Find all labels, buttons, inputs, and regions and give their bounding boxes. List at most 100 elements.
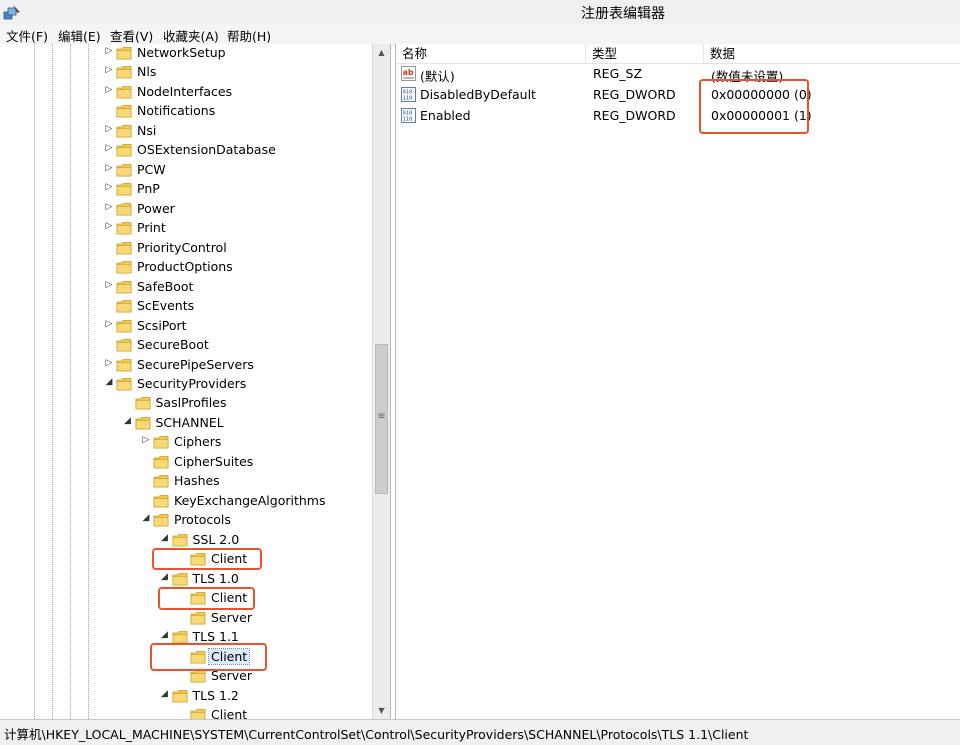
tree-scrollbar[interactable]: ▲ ≡ ▼ (372, 44, 390, 719)
tree-item-label: Notifications (137, 103, 216, 119)
expand-arrow-icon[interactable]: ▷ (104, 221, 114, 231)
expand-arrow-icon[interactable]: ▷ (104, 358, 114, 368)
expand-arrow-icon[interactable]: ▷ (104, 163, 114, 173)
tree-item-label: Client (211, 706, 248, 719)
binary-value-icon: 010 110 (401, 87, 416, 102)
collapse-arrow-icon[interactable]: ◢ (141, 513, 151, 523)
menu-view[interactable]: 查看(V) (110, 26, 153, 45)
tree-item-label: SecureBoot (137, 337, 209, 353)
folder-icon (116, 144, 132, 157)
tree-item-label: OSExtensionDatabase (137, 142, 276, 158)
folder-icon (116, 339, 132, 352)
value-type: REG_SZ (593, 66, 643, 81)
folder-icon (153, 494, 169, 508)
tree-item[interactable]: ▷ PCW (0, 161, 372, 180)
tree-item[interactable]: ◢ SSL 2.0 (0, 531, 372, 550)
tree-item[interactable]: ▷ Nls (0, 63, 372, 82)
collapse-arrow-icon[interactable]: ◢ (160, 572, 170, 582)
expand-arrow-icon[interactable]: ▷ (104, 46, 114, 56)
menu-favorites[interactable]: 收藏夹(A) (163, 26, 219, 45)
tree-item-label: TLS 1.1 (192, 629, 239, 645)
folder-icon (153, 455, 169, 469)
folder-icon (190, 670, 206, 683)
tree-item-label: SecurityProviders (137, 375, 247, 391)
expand-arrow-icon[interactable]: ▷ (104, 143, 114, 153)
tls11-client-highlight (150, 643, 267, 671)
collapse-arrow-icon[interactable]: ◢ (123, 416, 133, 426)
scroll-down-arrow-icon[interactable]: ▼ (373, 702, 390, 719)
tree-item-label: PriorityControl (137, 239, 227, 255)
expand-arrow-icon[interactable]: ▷ (141, 435, 151, 445)
value-row[interactable]: 010 110 Enabled REG_DWORD 0x00000001 (1) (396, 106, 960, 126)
tree-item[interactable]: ◢ TLS 1.0 (0, 570, 372, 589)
tree-item[interactable]: ◢ TLS 1.2 (0, 687, 372, 706)
collapse-arrow-icon[interactable]: ◢ (104, 377, 114, 387)
tree-item[interactable]: ◢ Protocols (0, 511, 372, 530)
tree-item[interactable]: ScEvents (0, 297, 372, 316)
folder-icon (172, 533, 187, 547)
values-list[interactable]: 名称 类型 数据 ab (默认) REG_SZ (数值未设置) 010 110 … (395, 44, 960, 719)
column-header-type[interactable]: 类型 (586, 44, 704, 64)
expand-arrow-icon[interactable]: ▷ (104, 65, 114, 75)
svg-text:ab: ab (403, 68, 414, 77)
tree-item-label: KeyExchangeAlgorithms (174, 492, 326, 508)
value-row[interactable]: 010 110 DisabledByDefault REG_DWORD 0x00… (396, 85, 960, 105)
menu-edit[interactable]: 编辑(E) (58, 26, 101, 45)
scroll-thumb[interactable]: ≡ (375, 344, 388, 494)
expand-arrow-icon[interactable]: ▷ (104, 124, 114, 134)
collapse-arrow-icon[interactable]: ◢ (160, 689, 170, 699)
registry-tree[interactable]: ▷ NetworkSetup ▷ Nls ▷ NodeInterfaces Notifica… (0, 44, 391, 719)
tree-item[interactable]: ▷ Ciphers (0, 433, 372, 452)
expand-arrow-icon[interactable]: ▷ (104, 202, 114, 212)
tree-item-label: Ciphers (174, 434, 222, 450)
expand-arrow-icon[interactable]: ▷ (104, 319, 114, 329)
folder-icon (116, 241, 132, 255)
value-row[interactable]: ab (默认) REG_SZ (数值未设置) (396, 64, 960, 84)
tree-item[interactable]: ◢ SecurityProviders (0, 375, 372, 394)
column-header-data[interactable]: 数据 (704, 44, 960, 64)
tree-item[interactable]: ▷ Nsi (0, 122, 372, 141)
tree-item[interactable]: ▷ NetworkSetup (0, 44, 372, 63)
tree-item-label: TLS 1.2 (192, 687, 239, 703)
tree-item[interactable]: ▷ OSExtensionDatabase (0, 141, 372, 160)
tree-item[interactable]: KeyExchangeAlgorithms (0, 492, 372, 511)
folder-icon (116, 222, 132, 235)
tree-item[interactable]: ProductOptions (0, 258, 372, 277)
tree-item[interactable]: ▷ Power (0, 200, 372, 219)
tree-item-label: ProductOptions (137, 259, 233, 275)
tree-item[interactable]: ▷ ScsiPort (0, 317, 372, 336)
tree-item[interactable]: SaslProfiles (0, 394, 372, 413)
data-values-highlight (699, 79, 809, 134)
tree-item[interactable]: Client (0, 706, 372, 719)
tree-item[interactable]: ◢ SCHANNEL (0, 414, 372, 433)
folder-icon (116, 280, 132, 294)
status-bar: 计算机\HKEY_LOCAL_MACHINE\SYSTEM\CurrentCon… (0, 719, 960, 745)
menu-bar: 文件(F) 编辑(E) 查看(V) 收藏夹(A) 帮助(H) (0, 24, 960, 45)
tree-item[interactable]: Server (0, 609, 372, 628)
tree-item[interactable]: Hashes (0, 472, 372, 491)
scroll-up-arrow-icon[interactable]: ▲ (373, 44, 390, 61)
folder-icon (116, 105, 132, 118)
expand-arrow-icon[interactable]: ▷ (104, 85, 114, 95)
expand-arrow-icon[interactable]: ▷ (104, 182, 114, 192)
tree-item[interactable]: ▷ NodeInterfaces (0, 83, 372, 102)
menu-file[interactable]: 文件(F) (6, 26, 48, 45)
tree-item-label: Nsi (137, 122, 157, 138)
expand-arrow-icon[interactable]: ▷ (104, 280, 114, 290)
tree-item[interactable]: ▷ PnP (0, 180, 372, 199)
menu-help[interactable]: 帮助(H) (227, 26, 271, 45)
collapse-arrow-icon[interactable]: ◢ (160, 533, 170, 543)
tree-item[interactable]: Notifications (0, 102, 372, 121)
tree-item[interactable]: ▷ SecurePipeServers (0, 356, 372, 375)
tree-item[interactable]: CipherSuites (0, 453, 372, 472)
folder-icon (153, 475, 169, 488)
tree-item-label: Hashes (174, 473, 220, 489)
string-value-icon: ab (401, 66, 416, 81)
tree-item[interactable]: ▷ Print (0, 219, 372, 238)
tree-item[interactable]: ▷ SafeBoot (0, 278, 372, 297)
tree-item[interactable]: PriorityControl (0, 239, 372, 258)
collapse-arrow-icon[interactable]: ◢ (160, 630, 170, 640)
column-header-name[interactable]: 名称 (396, 44, 586, 64)
window-title: 注册表编辑器 (581, 6, 665, 22)
tree-item[interactable]: SecureBoot (0, 336, 372, 355)
